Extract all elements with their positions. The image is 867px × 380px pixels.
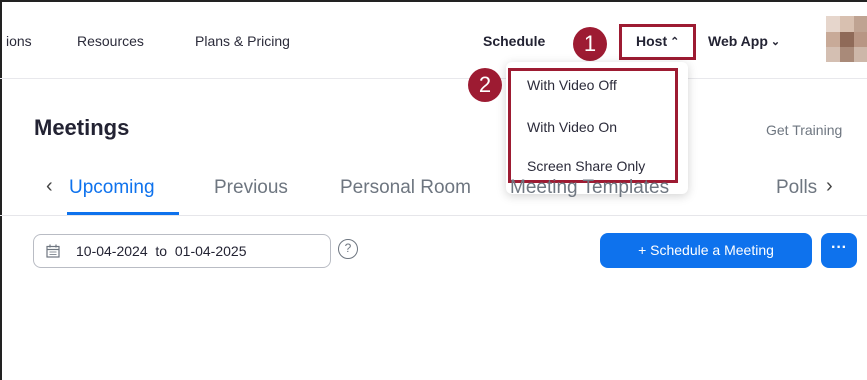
get-training-link[interactable]: Get Training — [766, 122, 842, 138]
date-range-picker[interactable]: 10-04-2024 to 01-04-2025 — [33, 234, 331, 268]
more-options-button[interactable]: ··· — [821, 233, 857, 268]
top-nav: ions Resources Plans & Pricing Schedule … — [0, 0, 867, 79]
chevron-right-icon[interactable]: › — [826, 175, 833, 198]
nav-plans-pricing[interactable]: Plans & Pricing — [195, 33, 290, 49]
tab-polls[interactable]: Polls — [776, 177, 817, 199]
date-to-label: to — [155, 243, 168, 259]
nav-item-partial[interactable]: ions — [6, 33, 32, 49]
tab-previous[interactable]: Previous — [214, 177, 288, 199]
active-tab-indicator — [67, 212, 179, 215]
tab-upcoming[interactable]: Upcoming — [69, 177, 155, 199]
step-marker-1: 1 — [573, 27, 607, 61]
tab-meeting-templates[interactable]: Meeting Templates — [510, 177, 669, 199]
date-from: 10-04-2024 — [76, 243, 148, 259]
page-title: Meetings — [34, 115, 130, 140]
avatar[interactable] — [826, 16, 867, 62]
web-app-label: Web App — [708, 33, 768, 49]
nav-resources[interactable]: Resources — [77, 33, 144, 49]
menu-highlight-box — [508, 68, 678, 183]
step-marker-2: 2 — [468, 68, 502, 102]
tab-personal-room[interactable]: Personal Room — [340, 177, 471, 199]
date-range-text: 10-04-2024 to 01-04-2025 — [76, 243, 247, 259]
meeting-tabs: Upcoming Previous Personal Room Meeting … — [0, 170, 867, 216]
schedule-meeting-button[interactable]: + Schedule a Meeting — [600, 233, 812, 268]
nav-web-app-button[interactable]: Web App ⌄ — [708, 33, 780, 49]
calendar-icon — [46, 244, 60, 258]
nav-schedule[interactable]: Schedule — [483, 33, 545, 49]
host-highlight-box — [619, 24, 696, 60]
date-to: 01-04-2025 — [174, 243, 247, 259]
help-icon[interactable]: ? — [338, 239, 358, 259]
chevron-down-icon: ⌄ — [770, 36, 781, 48]
